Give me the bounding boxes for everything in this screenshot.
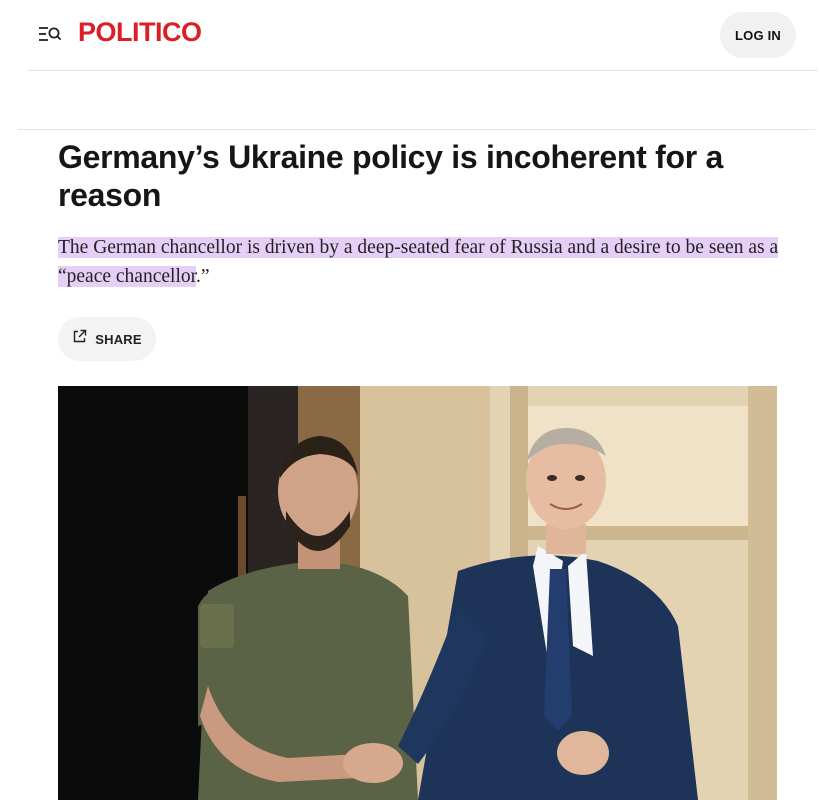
dek-tail: .” (196, 266, 210, 287)
dek-highlighted-text: The German chancellor is driven by a dee… (58, 237, 779, 287)
share-icon (72, 329, 87, 349)
login-button[interactable]: LOG IN (720, 12, 796, 58)
share-label: SHARE (95, 331, 142, 347)
menu-search-icon[interactable] (38, 24, 62, 46)
article-page: POLITICO LOG IN Germany’s Ukraine policy… (0, 0, 821, 800)
article-hero-photo (58, 386, 777, 800)
share-button[interactable]: SHARE (58, 317, 156, 361)
politico-logo[interactable]: POLITICO (78, 17, 202, 48)
site-header: POLITICO LOG IN (28, 0, 818, 71)
article-headline: Germany’s Ukraine policy is incoherent f… (58, 139, 723, 213)
section-divider (18, 129, 815, 130)
article-dek: The German chancellor is driven by a dee… (58, 233, 788, 291)
